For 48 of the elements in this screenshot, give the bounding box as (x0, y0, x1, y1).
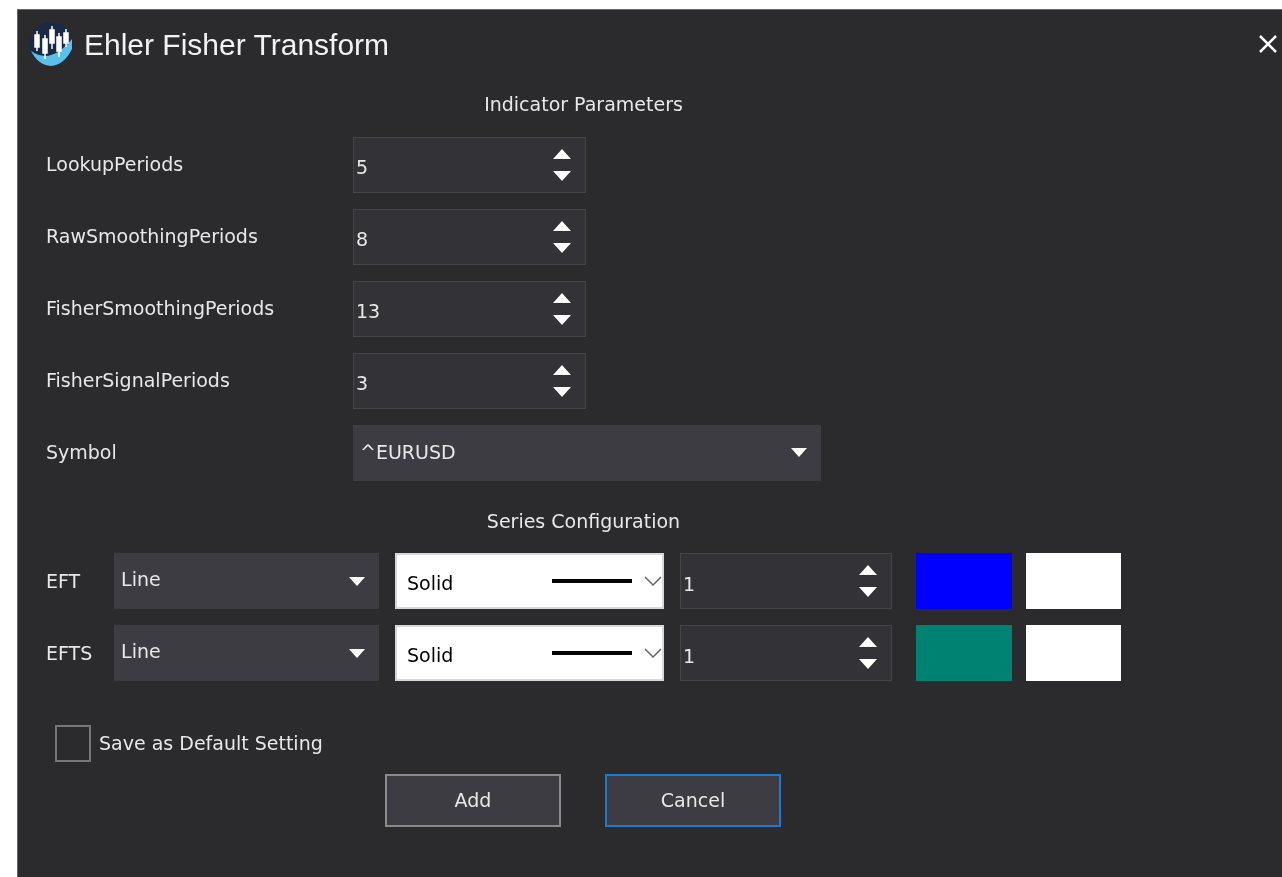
spin-up-icon[interactable] (553, 220, 571, 231)
section-heading: Series Configuration (486, 508, 681, 534)
field-label: LookupPeriods (46, 152, 185, 178)
section-heading: Indicator Parameters (484, 92, 683, 117)
series-label: EFTS (46, 640, 94, 666)
spin-up-icon[interactable] (553, 148, 571, 159)
spin-up-icon[interactable] (553, 364, 571, 375)
number-spinner[interactable]: 1 (679, 553, 893, 609)
color-swatch[interactable] (916, 625, 1012, 681)
line-style-dropdown[interactable]: Solid (394, 553, 664, 609)
number-spinner[interactable]: 3 (353, 352, 586, 409)
number-spinner[interactable]: 1 (679, 625, 893, 681)
chevron-down-icon[interactable] (643, 648, 662, 658)
dropdown[interactable]: ^EURUSD (353, 424, 821, 481)
checkbox[interactable] (55, 725, 91, 762)
spin-down-icon[interactable] (553, 314, 571, 325)
dialog-button[interactable]: Cancel (605, 774, 781, 827)
field-label: Symbol (46, 440, 118, 466)
color-swatch[interactable] (1025, 553, 1121, 609)
number-spinner[interactable]: 8 (353, 208, 586, 265)
spin-down-icon[interactable] (553, 170, 571, 181)
spin-down-icon[interactable] (859, 587, 878, 597)
spin-up-icon[interactable] (553, 292, 571, 303)
number-spinner[interactable]: 13 (353, 280, 586, 337)
dropdown[interactable]: Line (114, 553, 379, 609)
dropdown[interactable]: Line (114, 625, 379, 681)
caret-icon[interactable] (348, 648, 365, 658)
caret-icon[interactable] (791, 448, 807, 457)
spin-up-icon[interactable] (859, 565, 878, 575)
candlestick-logo-icon (28, 21, 74, 67)
color-swatch[interactable] (1025, 625, 1121, 681)
spin-down-icon[interactable] (553, 386, 571, 397)
window-title: Ehler Fisher Transform (84, 26, 390, 63)
number-spinner[interactable]: 5 (353, 136, 586, 193)
spin-down-icon[interactable] (859, 659, 878, 669)
field-label: RawSmoothingPeriods (46, 224, 259, 250)
close-icon[interactable] (1258, 34, 1278, 54)
field-label: FisherSignalPeriods (46, 368, 231, 394)
field-label: FisherSmoothingPeriods (46, 296, 276, 322)
color-swatch[interactable] (916, 553, 1012, 609)
caret-icon[interactable] (348, 576, 365, 586)
line-style-dropdown[interactable]: Solid (394, 625, 664, 681)
checkbox-label: Save as Default Setting (99, 731, 323, 757)
spin-down-icon[interactable] (553, 242, 571, 253)
spin-up-icon[interactable] (859, 637, 878, 647)
series-label: EFT (46, 568, 82, 594)
dialog-button[interactable]: Add (385, 774, 561, 827)
chevron-down-icon[interactable] (643, 576, 662, 586)
